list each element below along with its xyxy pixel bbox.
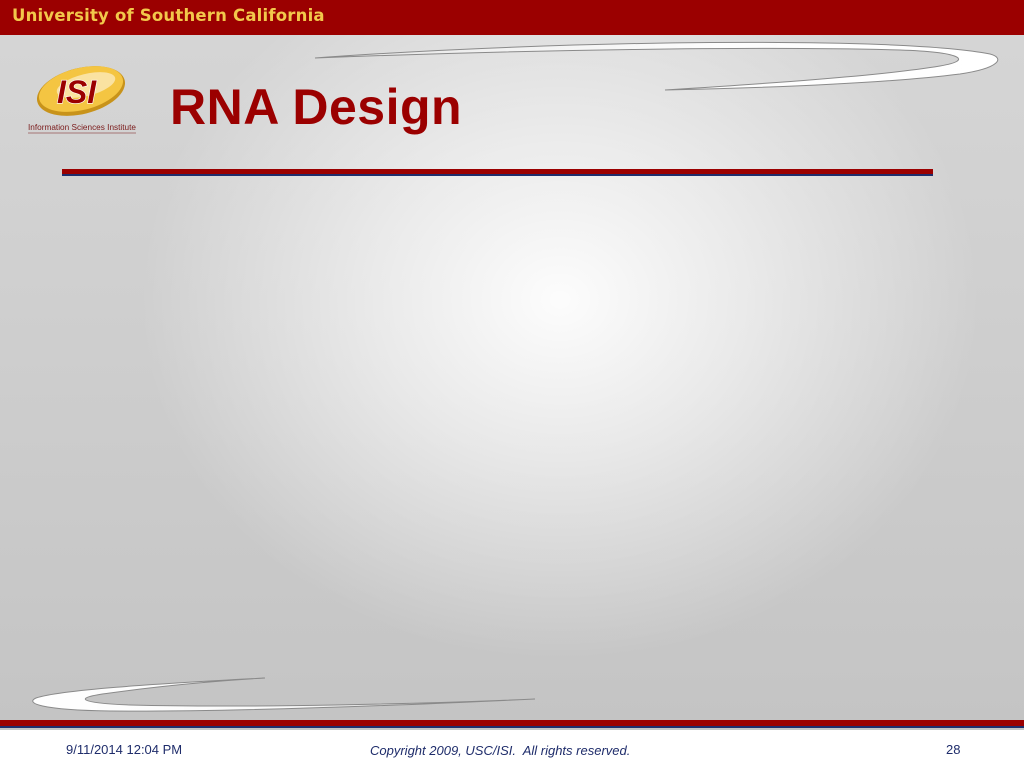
page-number: 28 (946, 742, 961, 757)
decorative-swooshes (32, 41, 999, 712)
footer-date: 9/11/2014 12:04 PM (66, 742, 183, 757)
logo-subtitle: Information Sciences Institute (28, 122, 136, 132)
footer-copyright: Copyright 2009, USC/ISI. All rights rese… (370, 743, 631, 758)
isi-logo: ISI Information Sciences Institute (26, 60, 138, 136)
isi-logo-icon: ISI Information Sciences Institute (28, 66, 136, 134)
slide: University of Southern California ISI In… (0, 0, 1024, 768)
footer: 9/11/2014 12:04 PM Copyright 2009, USC/I… (0, 730, 1024, 768)
title-underline (62, 169, 933, 177)
footer-rule (0, 720, 1024, 730)
logo-letters: ISI (57, 74, 97, 110)
slide-title: RNA Design (170, 79, 463, 135)
